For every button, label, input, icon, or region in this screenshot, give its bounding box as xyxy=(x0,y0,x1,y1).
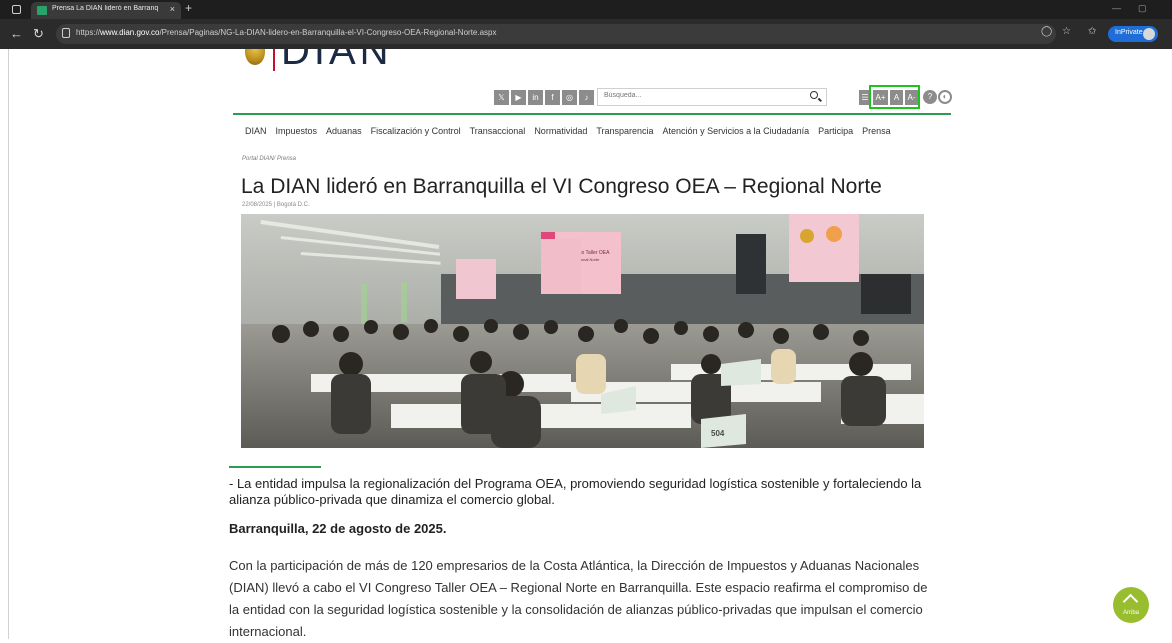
linkedin-icon[interactable]: in xyxy=(528,90,543,105)
header-divider xyxy=(233,113,951,115)
settings-circle-icon[interactable]: ◯ xyxy=(1041,26,1052,37)
table-sign-number: 504 xyxy=(711,429,725,438)
help-icon[interactable]: ? xyxy=(923,90,937,104)
nav-item-impuestos[interactable]: Impuestos xyxy=(276,126,318,136)
workspaces-icon[interactable] xyxy=(12,5,21,14)
url-text: https://www.dian.gov.co/Prensa/Paginas/N… xyxy=(76,28,497,37)
profile-avatar xyxy=(1143,28,1155,40)
scroll-to-top-label: Arriba xyxy=(1122,610,1139,616)
article-lead: - La entidad impulsa la regionalización … xyxy=(229,476,922,507)
page-title: La DIAN lideró en Barranquilla el VI Con… xyxy=(241,175,882,198)
tab-title: Prensa La DIAN lideró en Barranq xyxy=(52,5,159,12)
search-icon[interactable] xyxy=(810,91,818,99)
article-body: Con la participación de más de 120 empre… xyxy=(229,558,928,639)
minimize-icon[interactable]: — xyxy=(1112,3,1121,13)
facebook-icon[interactable]: f xyxy=(545,90,560,105)
back-arrow-icon[interactable]: ← xyxy=(10,26,23,41)
logo-divider xyxy=(273,49,275,71)
contrast-icon[interactable]: ◐ xyxy=(938,90,952,104)
article-dateline: 22/08/2025 | Bogotá D.C. xyxy=(242,202,310,208)
breadcrumb[interactable]: Portal DIAN/ Prensa xyxy=(242,156,296,162)
instagram-icon[interactable]: ◎ xyxy=(562,90,577,105)
conference-photo-illustration: Congreso Taller OEA Regional Norte 504 xyxy=(241,214,924,448)
nav-item-normatividad[interactable]: Normatividad xyxy=(534,126,587,136)
restore-icon[interactable]: ▢ xyxy=(1138,3,1147,14)
dian-favicon-icon xyxy=(37,6,47,15)
lock-icon xyxy=(62,28,70,38)
inprivate-badge[interactable]: InPrivate xyxy=(1108,26,1158,42)
nav-item-transparencia[interactable]: Transparencia xyxy=(596,126,653,136)
tab-close-icon[interactable]: × xyxy=(170,4,175,14)
search-input[interactable] xyxy=(604,92,794,99)
refresh-icon[interactable]: ↻ xyxy=(33,26,44,42)
browser-toolbar: ← ↻ https://www.dian.gov.co/Prensa/Pagin… xyxy=(0,19,1172,49)
browser-tabstrip: Prensa La DIAN lideró en Barranq × + — ▢ xyxy=(0,0,1172,19)
site-search xyxy=(597,88,827,106)
dian-logo[interactable]: DIAN xyxy=(245,49,455,71)
focus-highlight-box xyxy=(869,85,920,109)
nav-item-participa[interactable]: Participa xyxy=(818,126,853,136)
nav-item-atencion[interactable]: Atención y Servicios a la Ciudadanía xyxy=(663,126,810,136)
youtube-icon[interactable]: ▶ xyxy=(511,90,526,105)
address-bar[interactable]: https://www.dian.gov.co/Prensa/Paginas/N… xyxy=(56,24,1056,44)
scroll-to-top-button[interactable]: Arriba xyxy=(1113,587,1149,623)
chevron-up-icon xyxy=(1122,593,1139,610)
browser-tab-active[interactable]: Prensa La DIAN lideró en Barranq × xyxy=(31,2,181,19)
nav-item-dian[interactable]: DIAN xyxy=(245,126,267,136)
nav-item-aduanas[interactable]: Aduanas xyxy=(326,126,362,136)
lead-divider xyxy=(229,466,321,468)
coat-of-arms-icon xyxy=(245,49,265,65)
article-photo: Congreso Taller OEA Regional Norte 504 xyxy=(241,214,924,448)
nav-item-fiscalizacion[interactable]: Fiscalización y Control xyxy=(371,126,461,136)
favorites-list-icon[interactable]: ✩ xyxy=(1088,26,1096,37)
nav-item-transaccional[interactable]: Transaccional xyxy=(470,126,526,136)
new-tab-button[interactable]: + xyxy=(185,1,192,15)
favorite-star-icon[interactable]: ☆ xyxy=(1062,26,1071,37)
tiktok-icon[interactable]: ♪ xyxy=(579,90,594,105)
article-place-date: Barranquilla, 22 de agosto de 2025. xyxy=(229,521,447,536)
nav-item-prensa[interactable]: Prensa xyxy=(862,126,891,136)
logo-text: DIAN xyxy=(281,49,393,71)
main-navigation: DIAN Impuestos Aduanas Fiscalización y Cont… xyxy=(245,126,891,136)
x-social-icon[interactable]: 𝕏 xyxy=(494,90,509,105)
